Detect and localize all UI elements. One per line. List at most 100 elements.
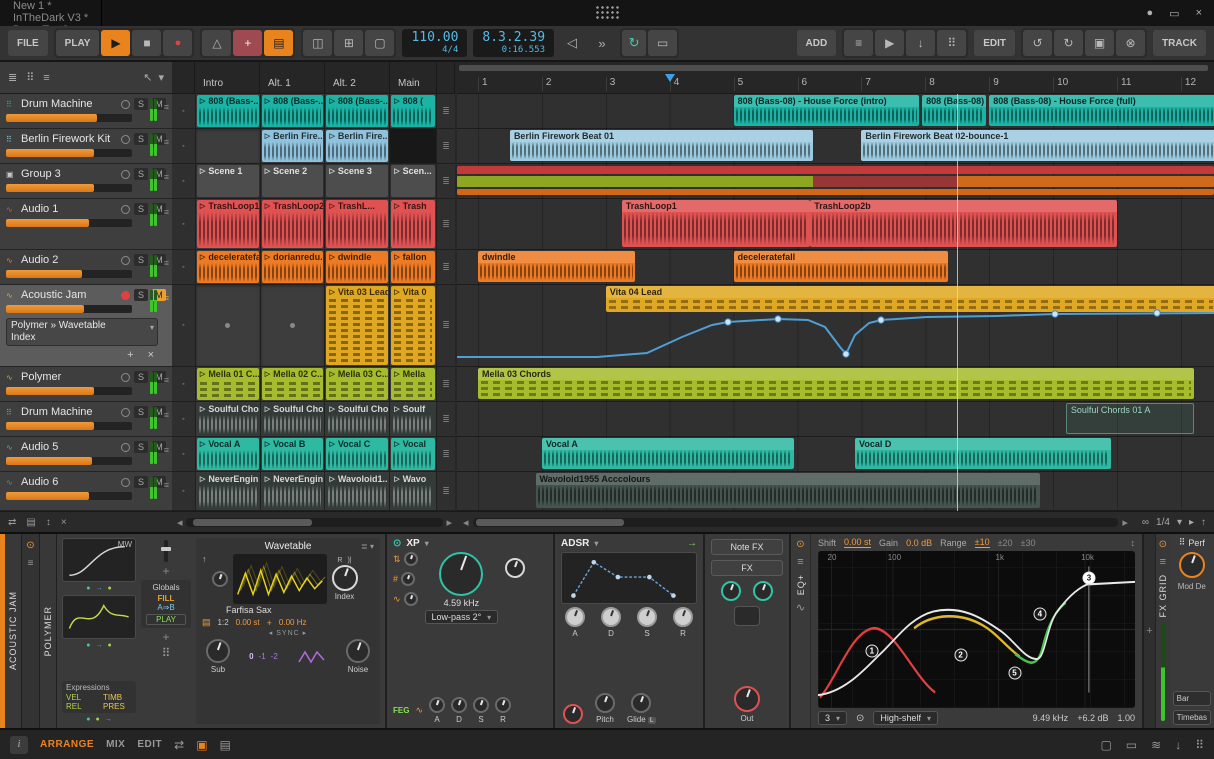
add-device-button[interactable]: +	[127, 349, 133, 361]
clip-stop-button[interactable]: ▪	[172, 129, 196, 163]
clip-slot[interactable]: ▷ 808 (	[390, 94, 438, 128]
stop-clips-button[interactable]: ≣	[437, 437, 455, 471]
tempo-value[interactable]: 110.00	[411, 31, 458, 45]
track-name[interactable]: Polymer	[21, 371, 117, 383]
polymer-device-tab[interactable]: POLYMER	[40, 534, 57, 728]
arranger-track-lane[interactable]: TrashLoop1 TrashLoop2b	[457, 199, 1214, 250]
sub-shape-icon[interactable]	[297, 648, 327, 666]
clip-slot[interactable]: ▷NeverEngin...	[260, 472, 326, 510]
globals-module[interactable]: Globals FILL A⇒B PLAY	[141, 580, 191, 628]
play-menu-button[interactable]: PLAY	[55, 30, 100, 56]
zoom-fit-icon[interactable]: ↑	[1201, 517, 1206, 528]
freq-plus-icon[interactable]: +	[267, 618, 272, 628]
overdub-button[interactable]: ▤	[264, 30, 294, 56]
tool-menu-icon[interactable]: ▾	[158, 71, 164, 84]
track-name[interactable]: Audio 2	[21, 254, 117, 266]
retrig-icon[interactable]: R	[337, 557, 342, 564]
stop-all-header[interactable]	[437, 62, 455, 93]
band-gain-value[interactable]: +6.2 dB	[1077, 713, 1108, 723]
phase-icon[interactable]: ↑	[202, 554, 207, 564]
track-row[interactable]: ∿ Polymer S M ≡	[0, 367, 172, 402]
expression-pres[interactable]: PRES	[103, 702, 132, 711]
clip-slot[interactable]: ▷ Wavoloid1...	[325, 472, 391, 510]
track-name[interactable]: Berlin Firework Kit	[21, 133, 117, 145]
clip-slot[interactable]: ▷Soulful Cho...	[195, 402, 261, 436]
feg-decay-knob[interactable]	[451, 697, 467, 713]
sub-octave-selector[interactable]: 0 -1 -2	[249, 652, 278, 661]
device-chain-menu-icon[interactable]: ≡	[28, 558, 34, 569]
scene-header[interactable]: Main	[390, 62, 437, 93]
play-start-marker[interactable]	[664, 74, 675, 82]
wt-mod-knob[interactable]	[211, 571, 228, 587]
stop-clips-button[interactable]: ≣	[437, 199, 455, 249]
dice-modulator-icon[interactable]: ⠿	[162, 646, 171, 660]
scroll-left-icon[interactable]: ◂	[177, 516, 183, 529]
metronome-button[interactable]: △	[202, 30, 232, 56]
bar-box[interactable]: Bar	[1172, 691, 1211, 706]
solo-button[interactable]: S	[134, 371, 148, 383]
stop-clips-button[interactable]: ≣	[437, 94, 455, 128]
feg-label[interactable]: FEG	[393, 706, 409, 715]
stop-clips-button[interactable]: ≣	[437, 367, 455, 401]
track-row[interactable]: ∿ Audio 1 S M ≡	[0, 199, 172, 250]
track-menu-button[interactable]: TRACK	[1153, 30, 1206, 56]
count-in-button[interactable]: +	[233, 30, 263, 56]
clip-slot[interactable]: ▷deceleratefall	[195, 250, 261, 284]
track-row[interactable]: ∿ Audio 2 S M ≡	[0, 250, 172, 285]
duplicate-icon[interactable]: ▣	[1085, 30, 1114, 56]
add-menu-button[interactable]: ADD	[796, 30, 837, 56]
position-time[interactable]: 0:16.553	[482, 45, 545, 55]
noise-knob[interactable]	[345, 639, 370, 663]
position-display[interactable]: 8.3.2.39 0:16.553	[473, 29, 555, 57]
tab-edit[interactable]: EDIT	[137, 739, 162, 750]
info-button[interactable]: i	[10, 735, 28, 754]
index-knob[interactable]	[331, 565, 358, 591]
expression-vel[interactable]: VEL	[66, 693, 95, 702]
track-name[interactable]: Drum Machine	[21, 406, 117, 418]
scroll-follow-icon[interactable]: ↕	[46, 517, 51, 528]
band-q-value[interactable]: 1.00	[1117, 713, 1135, 723]
arranger-clip[interactable]: TrashLoop2b	[810, 200, 1117, 247]
track-row[interactable]: ⠿ Drum Machine S M ≡	[0, 94, 172, 129]
arranger-clip[interactable]: Berlin Firework Beat 01	[509, 130, 814, 161]
add-clip-button[interactable]: ⊞	[334, 30, 364, 56]
window-tab[interactable]: InTheDark V3 *	[0, 12, 103, 24]
swap-panels-icon[interactable]: ⇄	[8, 517, 16, 528]
launcher-scrollbar[interactable]	[185, 517, 444, 527]
track-menu-icon[interactable]: ≡	[164, 172, 169, 182]
track-menu-icon[interactable]: ≡	[164, 410, 169, 420]
stop-clips-button[interactable]: ≣	[437, 472, 455, 510]
arranger-clip[interactable]: Vocal D	[855, 438, 1111, 469]
fx-send-a-knob[interactable]	[721, 581, 741, 601]
clip-slot[interactable]: ▷ dwindle	[325, 250, 391, 284]
stop-clips-button[interactable]: ≣	[437, 250, 455, 284]
clip-slot[interactable]: ▷ Vocal C	[325, 437, 391, 471]
undo-icon[interactable]: ↺	[1023, 30, 1052, 56]
clip-slot[interactable]: ▷ Vocal B	[260, 437, 326, 471]
clip-slot[interactable]: ▷ Wavo	[390, 472, 438, 510]
globals-ab[interactable]: A⇒B	[143, 603, 189, 612]
eq-gain-value[interactable]: 0.0 dB	[906, 538, 932, 548]
loop-brace-icon[interactable]: ∞	[1142, 517, 1149, 528]
volume-slider[interactable]	[6, 387, 132, 395]
clip-stop-slot[interactable]	[260, 285, 326, 366]
osc-freq[interactable]: 0.00 Hz	[279, 618, 307, 627]
wavetable-display[interactable]	[232, 554, 327, 604]
mod-amount-fader[interactable]	[161, 540, 171, 562]
adsr-envelope-display[interactable]	[561, 552, 697, 604]
band-type-select[interactable]: High-shelf ▾	[873, 711, 938, 725]
add-modulator-button[interactable]: +	[162, 565, 169, 577]
tempo-display[interactable]: 110.00 4/4	[402, 29, 468, 57]
band-freq-value[interactable]: 9.49 kHz	[1033, 713, 1069, 723]
monitor-button[interactable]	[121, 372, 130, 382]
mod-route-dots[interactable]: ● ● →	[62, 715, 136, 724]
track-menu-icon[interactable]: ≡	[164, 102, 169, 112]
scroll-right-icon[interactable]: ▸	[446, 516, 452, 529]
adsr-title[interactable]: ADSR	[561, 538, 589, 549]
clip-slot[interactable]: ▷ Mella 03 C...	[325, 367, 391, 401]
scene-launch-slot[interactable]: ▷ Scen...	[390, 164, 438, 198]
arranger-clip[interactable]: TrashLoop1	[621, 200, 811, 247]
track-row[interactable]: ∿ Audio 5 S M ≡	[0, 437, 172, 472]
monitor-button[interactable]	[121, 477, 130, 487]
solo-button[interactable]: S	[134, 203, 148, 215]
